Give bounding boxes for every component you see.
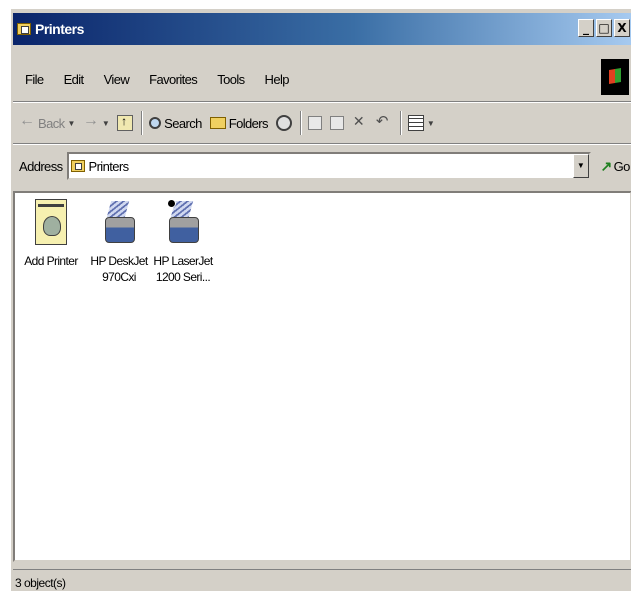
default-printer-icon — [167, 199, 199, 245]
title-bar[interactable]: Printers _ □ X — [13, 13, 631, 45]
address-bar: Address Printers ▼ ↗ Go — [13, 147, 631, 185]
add-printer-icon — [35, 199, 67, 245]
copy-to-icon — [329, 116, 344, 130]
toolbar-separator-line — [13, 143, 631, 145]
list-item-hp-laserjet[interactable]: HP LaserJet 1200 Seri... — [151, 199, 215, 285]
list-item-add-printer[interactable]: Add Printer — [19, 199, 83, 269]
default-checkmark-icon — [167, 199, 176, 208]
folders-icon — [209, 117, 226, 129]
toolbar-separator — [141, 111, 144, 135]
copy-to-button[interactable] — [329, 116, 344, 130]
views-icon — [407, 115, 424, 131]
forward-arrow-icon — [83, 112, 99, 131]
forward-dropdown-icon: ▼ — [101, 118, 110, 128]
maximize-button[interactable]: □ — [596, 19, 612, 37]
status-text: 3 object(s) — [15, 575, 66, 590]
search-label: Search — [164, 115, 202, 131]
address-label: Address — [19, 158, 63, 174]
item-label: Add Printer — [24, 254, 78, 268]
list-item-hp-deskjet[interactable]: HP DeskJet 970Cxi — [87, 199, 151, 285]
menu-bar: File Edit View Favorites Tools Help — [13, 61, 631, 97]
item-label: HP DeskJet 970Cxi — [90, 254, 148, 284]
go-arrow-icon: ↗ — [600, 157, 613, 174]
printers-folder-icon — [17, 23, 31, 35]
menu-edit[interactable]: Edit — [62, 70, 86, 89]
standard-toolbar: Back ▼ ▼ Search Folders — [13, 105, 631, 141]
minimize-button[interactable]: _ — [578, 19, 594, 37]
window-title: Printers — [35, 21, 84, 37]
back-dropdown-icon: ▼ — [67, 118, 76, 128]
toolbar-separator — [399, 111, 402, 135]
move-to-button[interactable] — [307, 116, 322, 130]
address-value: Printers — [88, 158, 130, 174]
move-to-icon — [307, 116, 322, 130]
address-field[interactable]: Printers ▼ — [66, 152, 591, 180]
printers-folder-icon — [70, 160, 85, 172]
address-dropdown-button[interactable]: ▼ — [572, 154, 589, 178]
search-icon — [149, 117, 162, 129]
toolbar-separator — [299, 111, 302, 135]
menu-file[interactable]: File — [23, 70, 46, 89]
delete-x-icon — [352, 113, 368, 131]
folders-button[interactable]: Folders — [209, 115, 269, 131]
history-icon — [275, 115, 292, 131]
printer-icon — [103, 199, 135, 245]
menu-tools[interactable]: Tools — [215, 70, 246, 89]
back-label: Back — [38, 115, 65, 131]
up-folder-icon — [117, 114, 134, 131]
undo-button[interactable] — [376, 112, 392, 131]
search-button[interactable]: Search — [149, 116, 202, 131]
close-button[interactable]: X — [614, 19, 630, 37]
history-button[interactable] — [275, 115, 292, 131]
menu-separator — [13, 101, 631, 103]
forward-button[interactable]: ▼ — [83, 112, 110, 131]
item-label: HP LaserJet 1200 Seri... — [153, 254, 213, 284]
views-dropdown-icon: ▼ — [426, 118, 435, 128]
back-button[interactable]: Back ▼ — [19, 112, 76, 131]
menu-favorites[interactable]: Favorites — [147, 70, 199, 89]
back-arrow-icon — [19, 112, 35, 131]
menu-help[interactable]: Help — [263, 70, 291, 89]
window-controls: _ □ X — [578, 19, 630, 37]
menu-view[interactable]: View — [102, 70, 132, 89]
go-button[interactable]: ↗ Go — [600, 157, 631, 175]
undo-icon — [376, 112, 392, 131]
delete-button[interactable] — [352, 113, 368, 131]
windows-logo-icon — [601, 59, 629, 95]
views-button[interactable]: ▼ — [407, 115, 435, 131]
explorer-window: Printers _ □ X File Edit View Favorites … — [10, 8, 631, 591]
status-bar: 3 object(s) — [13, 569, 631, 591]
up-button[interactable] — [117, 114, 134, 131]
go-label: Go — [613, 158, 631, 174]
file-list-view[interactable]: Add Printer HP DeskJet 970Cxi HP LaserJe… — [13, 191, 631, 562]
folders-label: Folders — [228, 115, 269, 131]
